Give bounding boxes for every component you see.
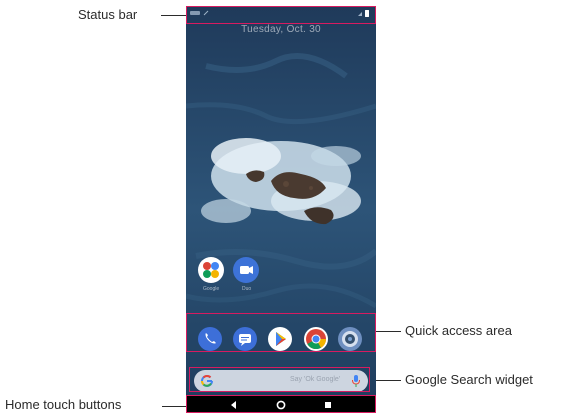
google-search-widget-highlight — [189, 367, 370, 392]
duo-app[interactable] — [233, 257, 259, 283]
home-touch-buttons-callout: Home touch buttons — [5, 397, 122, 412]
google-search-widget-callout: Google Search widget — [405, 372, 533, 387]
quick-access-leader-line — [375, 331, 401, 332]
lock-date: Tuesday, Oct. 30 — [241, 24, 321, 35]
google-apps-folder-icon — [203, 262, 219, 278]
quick-access-area-highlight — [186, 313, 376, 352]
quick-access-area-callout: Quick access area — [405, 323, 512, 338]
google-app-label: Google — [203, 286, 220, 292]
status-bar-callout: Status bar — [78, 7, 138, 22]
status-bar-highlight — [186, 6, 376, 24]
duo-video-icon — [240, 266, 253, 274]
home-touch-buttons-highlight — [186, 395, 376, 413]
home-touch-buttons-leader-line — [162, 406, 186, 407]
google-apps-folder[interactable] — [198, 257, 224, 283]
duo-app-label: Duo — [242, 286, 252, 292]
status-bar-leader-line — [161, 15, 187, 16]
